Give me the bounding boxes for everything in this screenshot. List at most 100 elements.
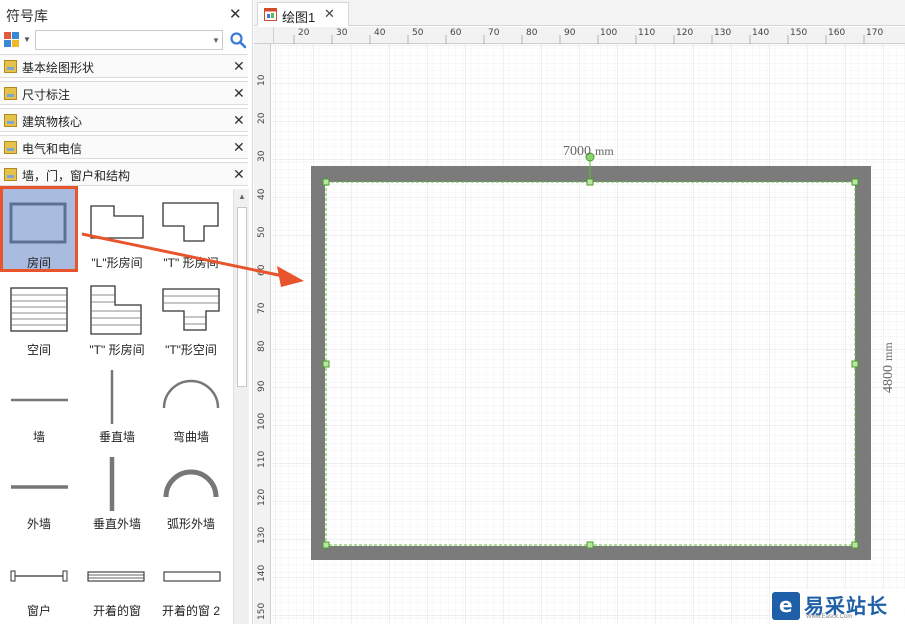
ruler-label: 100 [600,28,618,38]
vertical-wall-shape-icon [110,370,114,424]
curved-wall-shape-icon [162,379,220,409]
resize-handle[interactable] [851,541,859,549]
scroll-up-arrow-icon[interactable]: ▲ [234,189,250,205]
resize-handle[interactable] [322,541,330,549]
ruler-label: 50 [412,28,424,38]
resize-handle[interactable] [322,178,330,186]
l-room-shape-icon [90,205,144,239]
shape-vertical-wall[interactable]: 垂直墙 [78,360,156,446]
shape-curved-wall[interactable]: 弯曲墙 [152,360,230,446]
library-title: 符号库 [6,8,48,24]
close-icon[interactable]: ✕ [233,85,245,102]
shape-open-window-2[interactable]: 开着的窗 2 [152,534,230,620]
close-icon[interactable]: ✕ [233,112,245,129]
ruler-label: 170 [866,28,884,38]
watermark: 易采站长站 Www.Easck.Com [770,589,905,624]
ruler-ticks [293,35,865,44]
ruler-label: 100 [257,412,267,430]
library-header: 符号库 ✕ [0,0,253,28]
ruler-label: 60 [450,28,462,38]
open-window-shape-icon [87,571,145,582]
ruler-label: 90 [257,380,267,392]
canvas-grid [271,44,905,624]
category-label: 建筑物核心 [22,115,83,129]
shape-label: 垂直外墙 [92,517,141,531]
ruler-label: 40 [374,28,386,38]
library-category-icon [4,60,17,73]
library-close-icon[interactable]: ✕ [229,5,242,23]
close-icon[interactable]: ✕ [233,58,245,75]
ruler-label: 110 [257,450,267,468]
shape-vertical-exterior-wall[interactable]: 垂直外墙 [78,447,156,533]
shape-window[interactable]: 窗户 [0,534,78,620]
t-space-shape-icon [162,288,220,331]
resize-handle[interactable] [586,541,594,549]
category-building-core[interactable]: 建筑物核心 ✕ [0,108,248,132]
close-icon[interactable]: ✕ [233,139,245,156]
dimension-value: 7000 [563,144,591,159]
room-height-dimension: 4800 mm [881,342,897,393]
ruler-label: 80 [257,340,267,352]
resize-handle[interactable] [322,360,330,368]
shape-label: 开着的窗 [92,604,141,618]
shape-open-window[interactable]: 开着的窗 [78,534,156,620]
library-tiles-icon [4,32,20,47]
ruler-label: 20 [298,28,310,38]
canvas-drawing [271,44,905,624]
category-walls-doors-windows[interactable]: 墙，门，窗户和结构 ✕ [0,162,248,186]
ruler-corner [254,27,274,44]
shape-wall[interactable]: 墙 [0,360,78,446]
dimension-value: 4800 [881,365,896,393]
ruler-label: 60 [257,264,267,276]
chevron-down-icon: ▼ [23,35,31,44]
shape-t-space[interactable]: "T"形空间 [152,273,230,359]
resize-handle[interactable] [851,360,859,368]
resize-handle[interactable] [586,178,594,186]
ruler-label: 30 [257,150,267,162]
ruler-label: 10 [257,74,267,86]
tab-label: 绘图1 [282,10,316,25]
wall-shape-icon [11,398,68,402]
ruler-label: 140 [257,564,267,582]
library-scrollbar[interactable]: ▲ [233,189,249,624]
chevron-down-icon[interactable]: ▼ [212,36,220,45]
ruler-label: 20 [257,112,267,124]
tab-drawing1[interactable]: 绘图1 ✕ [257,2,349,26]
shape-label: 房间 [26,256,51,270]
library-search-input[interactable] [35,30,223,50]
room-width-dimension: 7000 mm [563,144,614,160]
shape-space[interactable]: 空间 [0,273,78,359]
exterior-wall-shape-icon [11,485,68,489]
drawing-canvas[interactable]: 20 30 40 50 60 70 80 90 100 110 120 130 … [254,27,905,624]
drawing-file-icon [264,8,277,21]
shape-t-room-2[interactable]: "T" 形房间 [78,273,156,359]
l-space-shape-icon [90,285,142,335]
room-shape-icon [9,202,67,244]
category-basic-shapes[interactable]: 基本绘图形状 ✕ [0,54,248,78]
close-icon[interactable]: ✕ [233,166,245,183]
shape-label: "T"形空间 [165,343,217,357]
category-label: 尺寸标注 [22,88,71,102]
shape-t-room[interactable]: "T" 形房间 [152,186,230,272]
shape-label: 垂直墙 [98,430,135,444]
ruler-label: 110 [638,28,656,38]
ruler-label: 130 [714,28,732,38]
ruler-label: 70 [488,28,500,38]
scroll-thumb[interactable] [237,207,247,387]
library-category-icon [4,87,17,100]
category-dimensioning[interactable]: 尺寸标注 ✕ [0,81,248,105]
library-view-dropdown[interactable]: ▼ [4,31,32,49]
library-category-icon [4,114,17,127]
ruler-label: 140 [752,28,770,38]
category-electrical[interactable]: 电气和电信 ✕ [0,135,248,159]
shape-room[interactable]: 房间 [0,186,78,272]
close-tab-icon[interactable]: ✕ [324,6,335,22]
watermark-subtext: Www.Easck.Com [806,614,853,620]
shape-grid: 房间 "L"形房间 "T" 形房间 空间 "T" 形房间 "T"形空间 墙 垂直… [0,186,233,624]
shape-exterior-wall[interactable]: 外墙 [0,447,78,533]
search-icon[interactable] [229,30,247,50]
resize-handle[interactable] [851,178,859,186]
shape-arc-exterior-wall[interactable]: 弧形外墙 [152,447,230,533]
shape-l-room[interactable]: "L"形房间 [78,186,156,272]
category-label: 基本绘图形状 [22,61,95,75]
